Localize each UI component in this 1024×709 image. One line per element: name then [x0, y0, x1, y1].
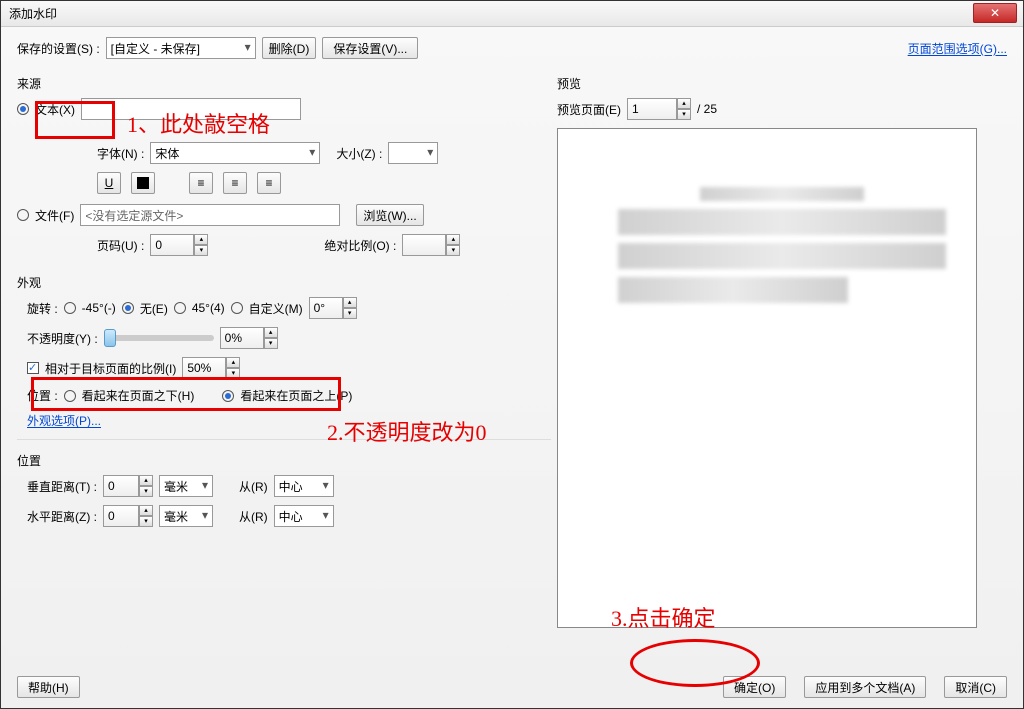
opacity-label: 不透明度(Y) :: [27, 330, 98, 347]
saved-settings-label: 保存的设置(S) :: [17, 40, 100, 57]
position-label: 位置 :: [27, 387, 58, 404]
source-group-title: 来源: [17, 75, 551, 92]
font-label: 字体(N) :: [97, 145, 144, 162]
hdist-spinner[interactable]: ▴▾: [103, 505, 153, 527]
placement-group-title: 位置: [17, 452, 551, 469]
rot-custom-spinner[interactable]: ▴▾: [309, 297, 357, 319]
text-radio[interactable]: [17, 103, 29, 115]
hfrom-label: 从(R): [239, 508, 268, 525]
size-label: 大小(Z) :: [336, 145, 382, 162]
saved-settings-select[interactable]: [自定义 - 未保存]: [106, 37, 256, 59]
appearance-group-title: 外观: [17, 274, 551, 291]
vfrom-select[interactable]: 中心: [274, 475, 334, 497]
preview-group-title: 预览: [557, 75, 1007, 92]
vdist-unit-select[interactable]: 毫米: [159, 475, 213, 497]
vdist-spinner[interactable]: ▴▾: [103, 475, 153, 497]
appearance-options-link[interactable]: 外观选项(P)...: [27, 412, 101, 429]
file-source-input[interactable]: [80, 204, 340, 226]
align-left-icon[interactable]: ≡: [189, 172, 213, 194]
rot-none-radio[interactable]: [122, 302, 134, 314]
page-range-link[interactable]: 页面范围选项(G)...: [908, 40, 1007, 57]
font-select[interactable]: 宋体: [150, 142, 320, 164]
delete-button[interactable]: 删除(D): [262, 37, 317, 59]
rot-neg45-radio[interactable]: [64, 302, 76, 314]
page-num-spinner[interactable]: ▴▾: [150, 234, 208, 256]
relative-scale-spinner[interactable]: ▴▾: [182, 357, 240, 379]
rot-45-radio[interactable]: [174, 302, 186, 314]
align-right-icon[interactable]: ≡: [257, 172, 281, 194]
preview-document-content: [618, 179, 946, 339]
vfrom-label: 从(R): [239, 478, 268, 495]
preview-canvas: [557, 128, 977, 628]
underline-icon[interactable]: U: [97, 172, 121, 194]
save-settings-button[interactable]: 保存设置(V)...: [322, 37, 418, 59]
hfrom-select[interactable]: 中心: [274, 505, 334, 527]
preview-page-total: / 25: [697, 102, 717, 116]
rot-custom-radio[interactable]: [231, 302, 243, 314]
help-button[interactable]: 帮助(H): [17, 676, 80, 698]
titlebar: 添加水印 ✕: [1, 1, 1023, 27]
text-radio-label: 文本(X): [35, 101, 75, 118]
watermark-text-input[interactable]: [81, 98, 301, 120]
vdist-label: 垂直距离(T) :: [27, 478, 97, 495]
preview-page-label: 预览页面(E): [557, 101, 621, 118]
behind-radio[interactable]: [64, 390, 76, 402]
text-color-icon[interactable]: [131, 172, 155, 194]
window-title: 添加水印: [9, 7, 57, 21]
abs-scale-spinner[interactable]: ▴▾: [402, 234, 460, 256]
ok-button[interactable]: 确定(O): [723, 676, 786, 698]
above-radio[interactable]: [222, 390, 234, 402]
page-num-label: 页码(U) :: [97, 237, 144, 254]
preview-page-spinner[interactable]: ▴▾: [627, 98, 691, 120]
apply-multiple-button[interactable]: 应用到多个文档(A): [804, 676, 926, 698]
abs-scale-label: 绝对比例(O) :: [324, 237, 396, 254]
align-center-icon[interactable]: ≡: [223, 172, 247, 194]
size-select[interactable]: [388, 142, 438, 164]
dialog-add-watermark: 添加水印 ✕ 保存的设置(S) : [自定义 - 未保存] 删除(D) 保存设置…: [0, 0, 1024, 709]
opacity-slider[interactable]: [104, 335, 214, 341]
file-radio-label: 文件(F): [35, 207, 74, 224]
opacity-spinner[interactable]: ▴▾: [220, 327, 278, 349]
file-radio[interactable]: [17, 209, 29, 221]
browse-button[interactable]: 浏览(W)...: [356, 204, 423, 226]
relative-scale-checkbox[interactable]: [27, 362, 39, 374]
rotate-label: 旋转 :: [27, 300, 58, 317]
relative-scale-label: 相对于目标页面的比例(I): [45, 360, 176, 377]
cancel-button[interactable]: 取消(C): [944, 676, 1007, 698]
hdist-label: 水平距离(Z) :: [27, 508, 97, 525]
hdist-unit-select[interactable]: 毫米: [159, 505, 213, 527]
close-button[interactable]: ✕: [973, 3, 1017, 23]
